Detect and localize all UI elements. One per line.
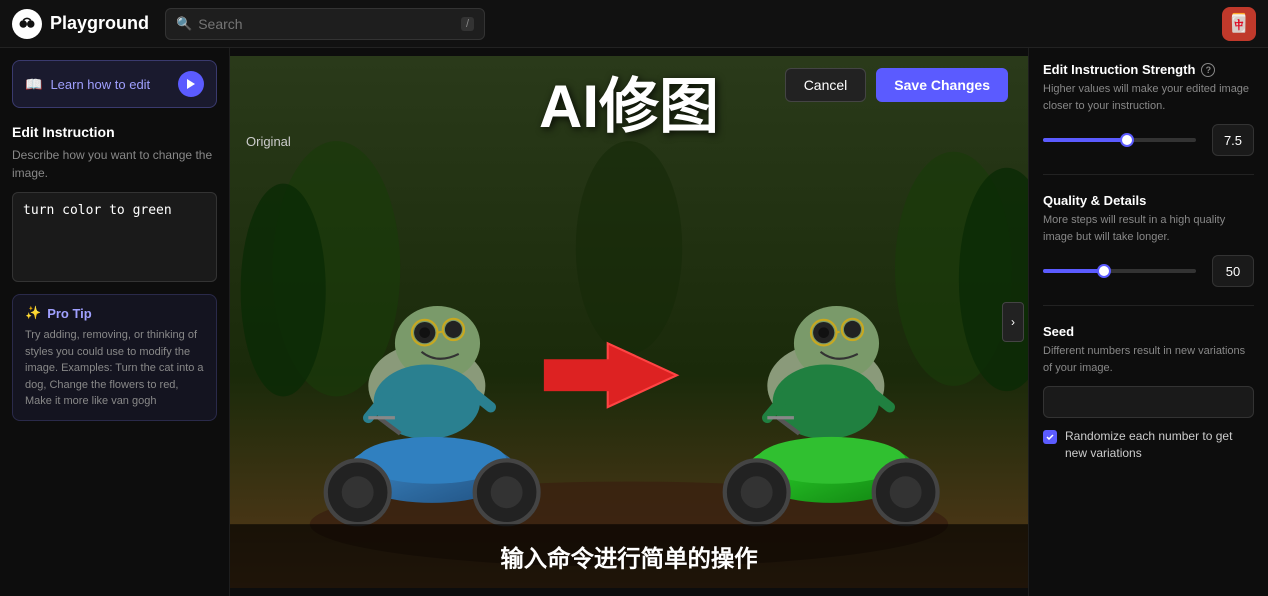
search-icon: 🔍 bbox=[176, 16, 192, 32]
seed-title: Seed bbox=[1043, 324, 1074, 339]
quality-title: Quality & Details bbox=[1043, 193, 1146, 208]
seed-input[interactable] bbox=[1043, 386, 1254, 418]
strength-section: Edit Instruction Strength ? Higher value… bbox=[1043, 62, 1254, 156]
edit-instruction-title: Edit Instruction bbox=[12, 124, 217, 140]
search-kbd: / bbox=[461, 17, 474, 31]
right-sidebar: Edit Instruction Strength ? Higher value… bbox=[1028, 48, 1268, 596]
search-input[interactable] bbox=[198, 16, 455, 32]
randomize-checkbox[interactable] bbox=[1043, 430, 1057, 444]
pro-tip-box: ✨ Pro Tip Try adding, removing, or think… bbox=[12, 294, 217, 421]
learn-how-to-edit-button[interactable]: 📖 Learn how to edit bbox=[12, 60, 217, 108]
seed-section: Seed Different numbers result in new var… bbox=[1043, 324, 1254, 462]
pro-tip-text: Try adding, removing, or thinking of sty… bbox=[25, 327, 204, 410]
strength-title: Edit Instruction Strength bbox=[1043, 62, 1195, 77]
svg-text:输入命令进行简单的操作: 输入命令进行简单的操作 bbox=[500, 545, 757, 572]
randomize-row: Randomize each number to get new variati… bbox=[1043, 428, 1254, 462]
learn-btn-label: Learn how to edit bbox=[50, 77, 150, 92]
quality-value-input[interactable] bbox=[1212, 255, 1254, 287]
chevron-right-button[interactable]: › bbox=[1002, 302, 1024, 342]
nav-logo: Playground bbox=[12, 9, 149, 39]
top-nav: Playground 🔍 / 🀄 bbox=[0, 0, 1268, 48]
quality-section: Quality & Details More steps will result… bbox=[1043, 193, 1254, 287]
pro-tip-title: Pro Tip bbox=[47, 306, 92, 321]
center-area: AI修图 Cancel Save Changes Original bbox=[230, 48, 1028, 596]
logo-icon bbox=[12, 9, 42, 39]
action-buttons: Cancel Save Changes bbox=[785, 68, 1008, 102]
divider-2 bbox=[1043, 305, 1254, 306]
strength-slider-fill bbox=[1043, 138, 1127, 142]
quality-slider-thumb[interactable] bbox=[1097, 264, 1111, 278]
logo-text: Playground bbox=[50, 13, 149, 34]
quality-slider-track bbox=[1043, 269, 1196, 273]
save-changes-button[interactable]: Save Changes bbox=[876, 68, 1008, 102]
seed-desc: Different numbers result in new variatio… bbox=[1043, 343, 1254, 376]
play-button[interactable] bbox=[178, 71, 204, 97]
original-label: Original bbox=[246, 134, 291, 149]
randomize-label: Randomize each number to get new variati… bbox=[1065, 428, 1254, 462]
search-bar[interactable]: 🔍 / bbox=[165, 8, 485, 40]
strength-slider-track bbox=[1043, 138, 1196, 142]
strength-desc: Higher values will make your edited imag… bbox=[1043, 81, 1254, 114]
edit-instruction-desc: Describe how you want to change the imag… bbox=[12, 146, 217, 182]
divider-1 bbox=[1043, 174, 1254, 175]
cancel-button[interactable]: Cancel bbox=[785, 68, 867, 102]
main-layout: 📖 Learn how to edit Edit Instruction Des… bbox=[0, 48, 1268, 596]
book-icon: 📖 bbox=[25, 76, 42, 93]
image-area: 输入命令进行简单的操作 › bbox=[230, 48, 1028, 596]
strength-slider-thumb[interactable] bbox=[1120, 133, 1134, 147]
instruction-textarea[interactable] bbox=[12, 192, 217, 282]
strength-info-icon[interactable]: ? bbox=[1201, 63, 1215, 77]
left-sidebar: 📖 Learn how to edit Edit Instruction Des… bbox=[0, 48, 230, 596]
quality-desc: More steps will result in a high quality… bbox=[1043, 212, 1254, 245]
user-avatar[interactable]: 🀄 bbox=[1222, 7, 1256, 41]
star-icon: ✨ bbox=[25, 305, 41, 321]
quality-slider-fill bbox=[1043, 269, 1104, 273]
strength-value-input[interactable] bbox=[1212, 124, 1254, 156]
scene-svg: 输入命令进行简单的操作 bbox=[230, 48, 1028, 596]
